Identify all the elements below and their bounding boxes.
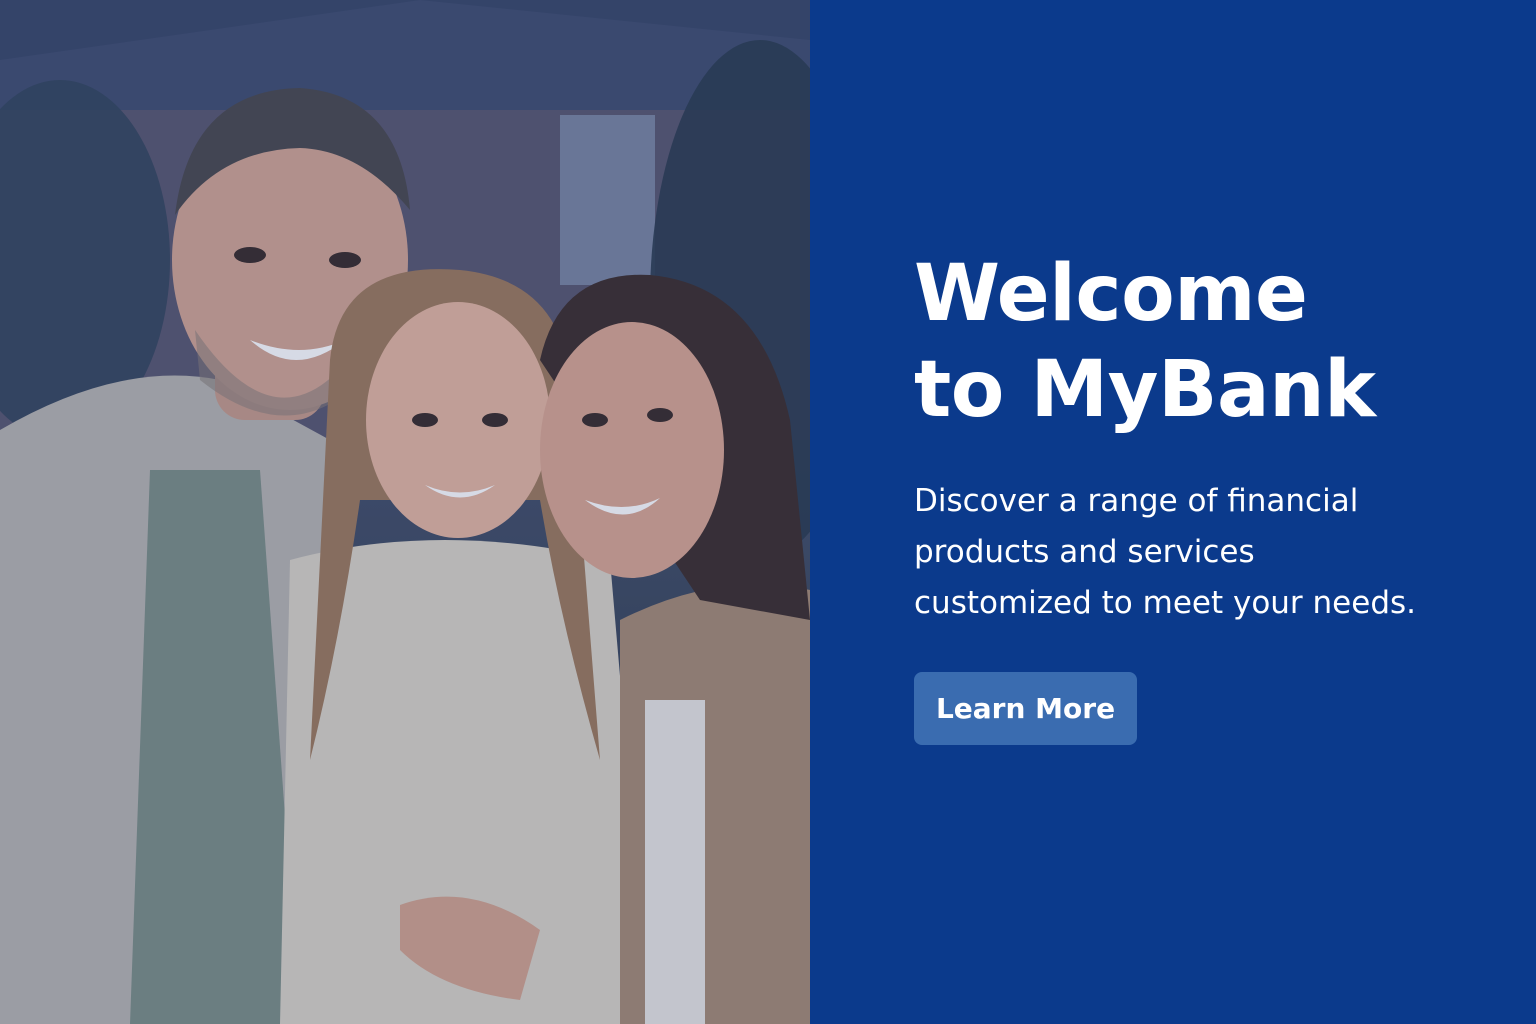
welcome-panel: Welcome to MyBank Discover a range of fi…	[810, 0, 1536, 1024]
family-photo	[0, 0, 810, 1024]
headline-line-1: Welcome	[914, 249, 1308, 339]
description-line-2: products and services	[914, 534, 1255, 570]
description-line-3: customized to meet your needs.	[914, 585, 1417, 621]
hero-description: Discover a range of financial products a…	[914, 476, 1474, 629]
family-photo-illustration	[0, 0, 810, 1024]
hero-banner: Welcome to MyBank Discover a range of fi…	[0, 0, 1536, 1024]
page-title: Welcome to MyBank	[914, 246, 1494, 438]
learn-more-button[interactable]: Learn More	[914, 672, 1137, 745]
headline-line-2: to MyBank	[914, 345, 1376, 435]
description-line-1: Discover a range of financial	[914, 483, 1359, 519]
